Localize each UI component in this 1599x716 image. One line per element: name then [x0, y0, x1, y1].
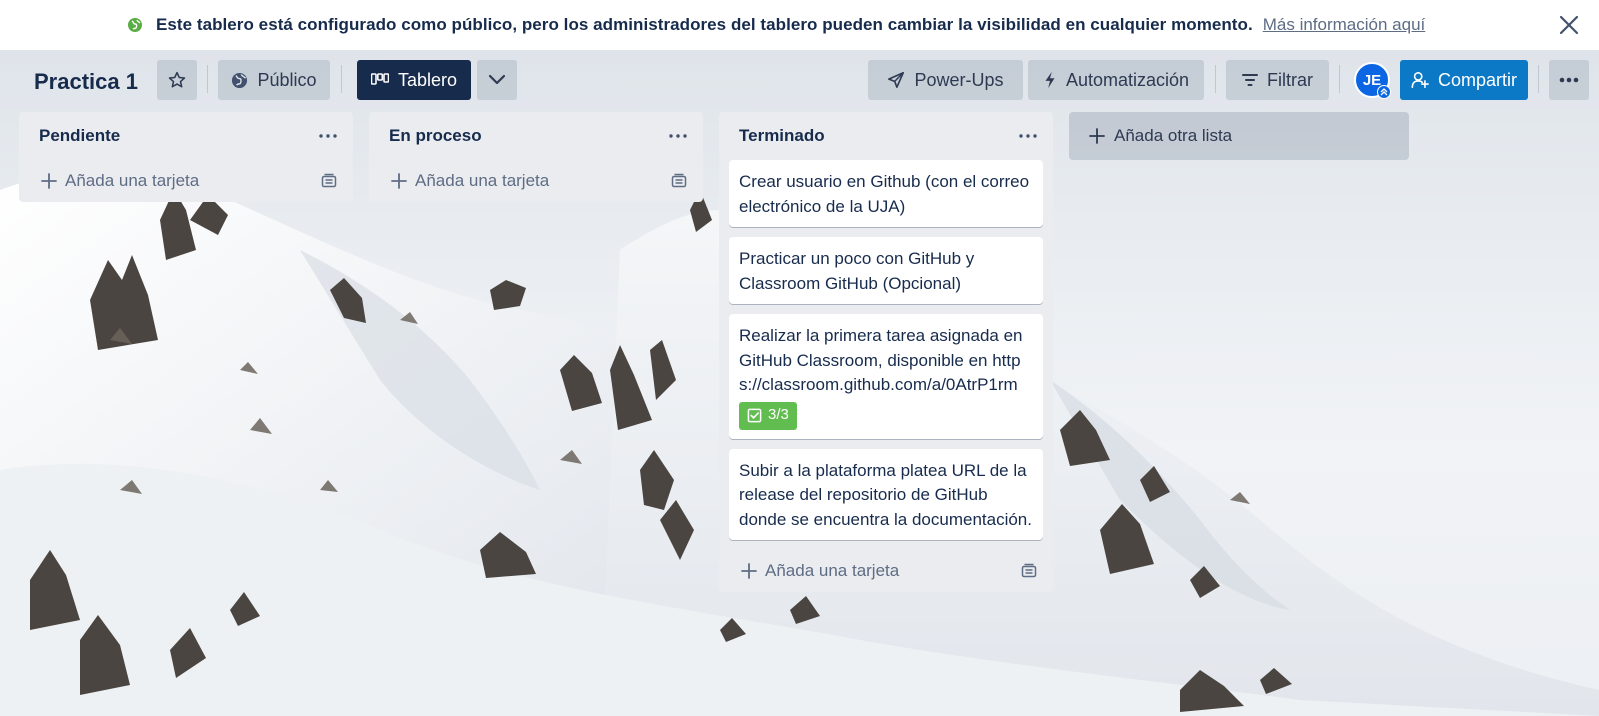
card-template-icon[interactable]	[321, 173, 337, 189]
list-menu-button[interactable]	[317, 126, 339, 146]
card-list: Crear usuario en Github (con el correo e…	[719, 160, 1053, 540]
close-banner-button[interactable]	[1555, 11, 1583, 39]
visibility-button[interactable]: Público	[218, 60, 330, 100]
header-separator	[1215, 65, 1216, 93]
list-title[interactable]: Pendiente	[39, 126, 120, 146]
header-separator	[207, 65, 208, 93]
checklist-count: 3/3	[768, 406, 789, 424]
card-title: Subir a la plataforma platea URL de la r…	[739, 460, 1032, 529]
card[interactable]: Practicar un poco con GitHub y Classroom…	[729, 237, 1043, 304]
board-view-icon	[370, 73, 389, 85]
list-header: En proceso	[369, 112, 703, 160]
star-icon	[168, 71, 186, 88]
card[interactable]: Subir a la plataforma platea URL de la r…	[729, 448, 1043, 540]
checkbox-icon	[747, 408, 762, 423]
plus-icon	[741, 563, 757, 579]
plus-icon	[41, 173, 57, 189]
card-title: Realizar la primera tarea asignada en Gi…	[739, 326, 1023, 394]
list-title[interactable]: En proceso	[389, 126, 482, 146]
list-terminado: Terminado Crear usuario en Github (con e…	[719, 112, 1053, 592]
view-switcher-button[interactable]	[477, 60, 517, 100]
card-title: Crear usuario en Github (con el correo e…	[739, 172, 1030, 216]
admin-badge-icon	[1377, 85, 1391, 99]
power-ups-label: Power-Ups	[914, 69, 1004, 90]
globe-icon	[232, 72, 248, 88]
globe-icon	[128, 18, 142, 32]
add-card-button[interactable]: Añada una tarjeta	[719, 550, 1053, 592]
add-list-button[interactable]: Añada otra lista	[1069, 112, 1409, 160]
checklist-badge: 3/3	[739, 401, 797, 430]
header-separator	[341, 65, 342, 93]
automation-label: Automatización	[1065, 69, 1190, 90]
public-board-banner: Este tablero está configurado como públi…	[0, 0, 1599, 50]
list-menu-button[interactable]	[1017, 126, 1039, 146]
plus-icon	[391, 173, 407, 189]
star-button[interactable]	[157, 60, 197, 100]
plus-icon	[1089, 128, 1105, 144]
more-info-link[interactable]: Más información aquí	[1263, 15, 1426, 35]
filter-label: Filtrar	[1267, 69, 1313, 90]
visibility-label: Público	[257, 69, 317, 90]
list-header: Terminado	[719, 112, 1053, 160]
power-ups-button[interactable]: Power-Ups	[868, 60, 1023, 100]
filter-button[interactable]: Filtrar	[1226, 60, 1329, 100]
board-menu-button[interactable]	[1549, 60, 1589, 100]
share-button[interactable]: Compartir	[1400, 60, 1528, 100]
board-view-button[interactable]: Tablero	[357, 60, 471, 100]
more-horizontal-icon	[319, 134, 337, 138]
add-card-label: Añada una tarjeta	[65, 171, 200, 190]
list-pendiente: Pendiente Añada una tarjeta	[19, 112, 353, 202]
list-en-proceso: En proceso Añada una tarjeta	[369, 112, 703, 202]
more-horizontal-icon	[1019, 134, 1037, 138]
rocket-icon	[888, 71, 905, 89]
add-card-button[interactable]: Añada una tarjeta	[19, 160, 353, 202]
share-label: Compartir	[1437, 69, 1517, 90]
list-title[interactable]: Terminado	[739, 126, 825, 146]
card[interactable]: Realizar la primera tarea asignada en Gi…	[729, 314, 1043, 439]
card-template-icon[interactable]	[671, 173, 687, 189]
add-card-label: Añada una tarjeta	[415, 171, 550, 190]
more-horizontal-icon	[1559, 77, 1579, 83]
add-card-label: Añada una tarjeta	[765, 561, 900, 580]
list-header: Pendiente	[19, 112, 353, 160]
add-user-icon	[1411, 71, 1429, 89]
chevron-down-icon	[488, 74, 506, 85]
board-view-label: Tablero	[397, 69, 458, 90]
board-header: Practica 1 Público Tablero Power-Ups Aut…	[0, 50, 1599, 110]
board-title[interactable]: Practica 1	[34, 69, 138, 95]
header-separator	[1538, 65, 1539, 93]
member-avatar[interactable]: JE	[1354, 62, 1391, 99]
add-list-label: Añada otra lista	[1114, 126, 1233, 145]
card[interactable]: Crear usuario en Github (con el correo e…	[729, 160, 1043, 227]
banner-message: Este tablero está configurado como públi…	[156, 15, 1253, 34]
more-horizontal-icon	[669, 134, 687, 138]
add-card-button[interactable]: Añada una tarjeta	[369, 160, 703, 202]
card-title: Practicar un poco con GitHub y Classroom…	[739, 249, 975, 293]
filter-icon	[1242, 74, 1258, 86]
card-template-icon[interactable]	[1021, 563, 1037, 579]
close-icon	[1559, 15, 1579, 35]
automation-button[interactable]: Automatización	[1028, 60, 1204, 100]
list-menu-button[interactable]	[667, 126, 689, 146]
lightning-icon	[1045, 71, 1055, 89]
header-separator	[1339, 65, 1340, 93]
